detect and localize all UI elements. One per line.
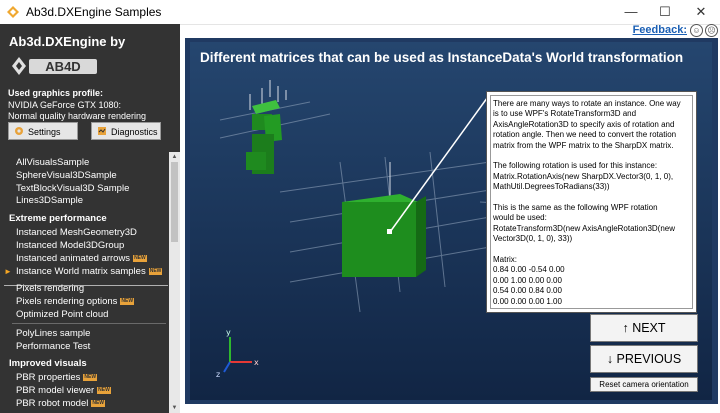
reset-camera-button[interactable]: Reset camera orientation [590,377,698,392]
info-line: 0.54 0.00 0.84 0.00 [493,286,562,296]
title-bar: Ab3d.DXEngine Samples — ☐ ✕ [0,0,720,25]
sidebar: Ab3d.DXEngine by AB4D Used graphics prof… [0,24,180,413]
info-line: This is the same as the following WPF ro… [493,203,658,212]
diagnostics-button[interactable]: Diagnostics [91,122,161,140]
diagnostics-label: Diagnostics [111,127,158,137]
new-badge: NEW [83,374,98,381]
separator [12,323,166,324]
settings-label: Settings [28,127,61,137]
section-improved-visuals: Improved visuals [9,358,87,369]
list-item-label: PBR properties [16,372,81,383]
list-item-label: PBR model viewer [16,385,95,396]
info-panel: There are many ways to rotate an instanc… [486,91,697,313]
list-item-selected[interactable]: Instance World matrix samples NEW [16,266,163,277]
info-line: The following rotation is used for this … [493,161,658,171]
info-line: matrix from the WPF matrix to the SharpD… [493,140,674,150]
settings-button[interactable]: Settings [8,122,78,140]
list-item-label: Instanced animated arrows [16,253,131,264]
new-badge: NEW [91,400,106,407]
next-button[interactable]: ↑ NEXT [590,314,698,342]
list-item-pbr-properties[interactable]: PBR properties NEW [16,372,98,383]
profile-label: Used graphics profile: [8,88,104,98]
brand-title: Ab3d.DXEngine by [9,34,126,49]
scroll-up-arrow-icon[interactable]: ▲ [169,152,180,162]
feedback-link[interactable]: Feedback: [633,24,687,36]
list-item-pbr-robot[interactable]: PBR robot model NEW [16,398,106,409]
viewport-title: Different matrices that can be used as I… [200,50,684,65]
scrollbar-thumb[interactable] [171,162,178,242]
info-line: would be used: [493,213,547,223]
selected-arrow-icon: ► [4,267,12,276]
info-line: AxisAngleRotation3D to specify axis of r… [493,119,675,129]
axis-z-label: z [216,370,220,379]
list-item[interactable]: AllVisualsSample [16,157,89,168]
info-line: 0.00 0.00 0.00 1.00 [493,296,562,306]
list-item[interactable]: PolyLines sample [16,328,90,339]
scroll-down-arrow-icon[interactable]: ▼ [169,403,180,413]
ab4d-logo: AB4D [12,57,97,75]
info-line: Matrix.RotationAxis(new SharpDX.Vector3(… [493,171,674,181]
new-badge: NEW [148,268,163,275]
profile-gpu: NVIDIA GeForce GTX 1080: [8,100,122,110]
list-item[interactable]: Pixels rendering [16,283,84,294]
info-line: is to use WPF's RotateTransform3D and [493,109,637,119]
list-item[interactable]: TextBlockVisual3D Sample [16,183,129,194]
axis-x-label: x [254,358,259,367]
list-item-animated-arrows[interactable]: Instanced animated arrows NEW [16,253,147,264]
list-item[interactable]: Optimized Point cloud [16,309,108,320]
list-item[interactable]: Instanced MeshGeometry3D [16,227,137,238]
sad-face-icon[interactable]: ☹ [705,24,718,37]
previous-button[interactable]: ↓ PREVIOUS [590,345,698,373]
new-badge: NEW [120,298,135,305]
section-extreme-performance: Extreme performance [9,213,107,224]
axis-y-label: y [226,328,231,337]
list-item[interactable]: SphereVisual3DSample [16,170,117,181]
list-item-pixels-options[interactable]: Pixels rendering options NEW [16,296,135,307]
info-line: 0.00 1.00 0.00 0.00 [493,275,562,285]
minimize-button[interactable]: — [614,0,648,24]
info-line: There are many ways to rotate an instanc… [493,99,681,108]
list-item-label: PBR robot model [16,398,89,409]
info-line: rotation angle. Then we need to convert … [493,130,677,140]
info-line: Matrix: [493,255,517,264]
app-icon [7,6,19,18]
profile-quality: Normal quality hardware rendering [8,111,147,121]
info-line: RotateTransform3D(new AxisAngleRotation3… [493,223,676,233]
list-item[interactable]: Performance Test [16,341,90,352]
list-item-label: Instance World matrix samples [16,266,146,277]
info-line: Vector3D(0, 1, 0), 33)) [493,234,573,244]
happy-face-icon[interactable]: ☺ [690,24,703,37]
new-badge: NEW [133,255,147,262]
list-item[interactable]: Instanced Model3DGroup [16,240,124,251]
close-button[interactable]: ✕ [684,0,718,24]
viewport-3d[interactable]: y x z Different matrices that can be use… [190,42,712,400]
maximize-button[interactable]: ☐ [648,0,682,24]
list-item-label: Pixels rendering options [16,296,118,307]
new-badge: NEW [97,387,111,394]
list-item-pbr-viewer[interactable]: PBR model viewer NEW [16,385,111,396]
list-item[interactable]: Lines3DSample [16,195,83,206]
window-title: Ab3d.DXEngine Samples [26,5,162,19]
diagnostics-icon [98,127,106,135]
info-line: 0.84 0.00 -0.54 0.00 [493,265,565,275]
info-line: MathUtil.DegreesToRadians(33)) [493,182,610,192]
svg-text:AB4D: AB4D [45,59,80,74]
gear-icon [15,127,23,135]
